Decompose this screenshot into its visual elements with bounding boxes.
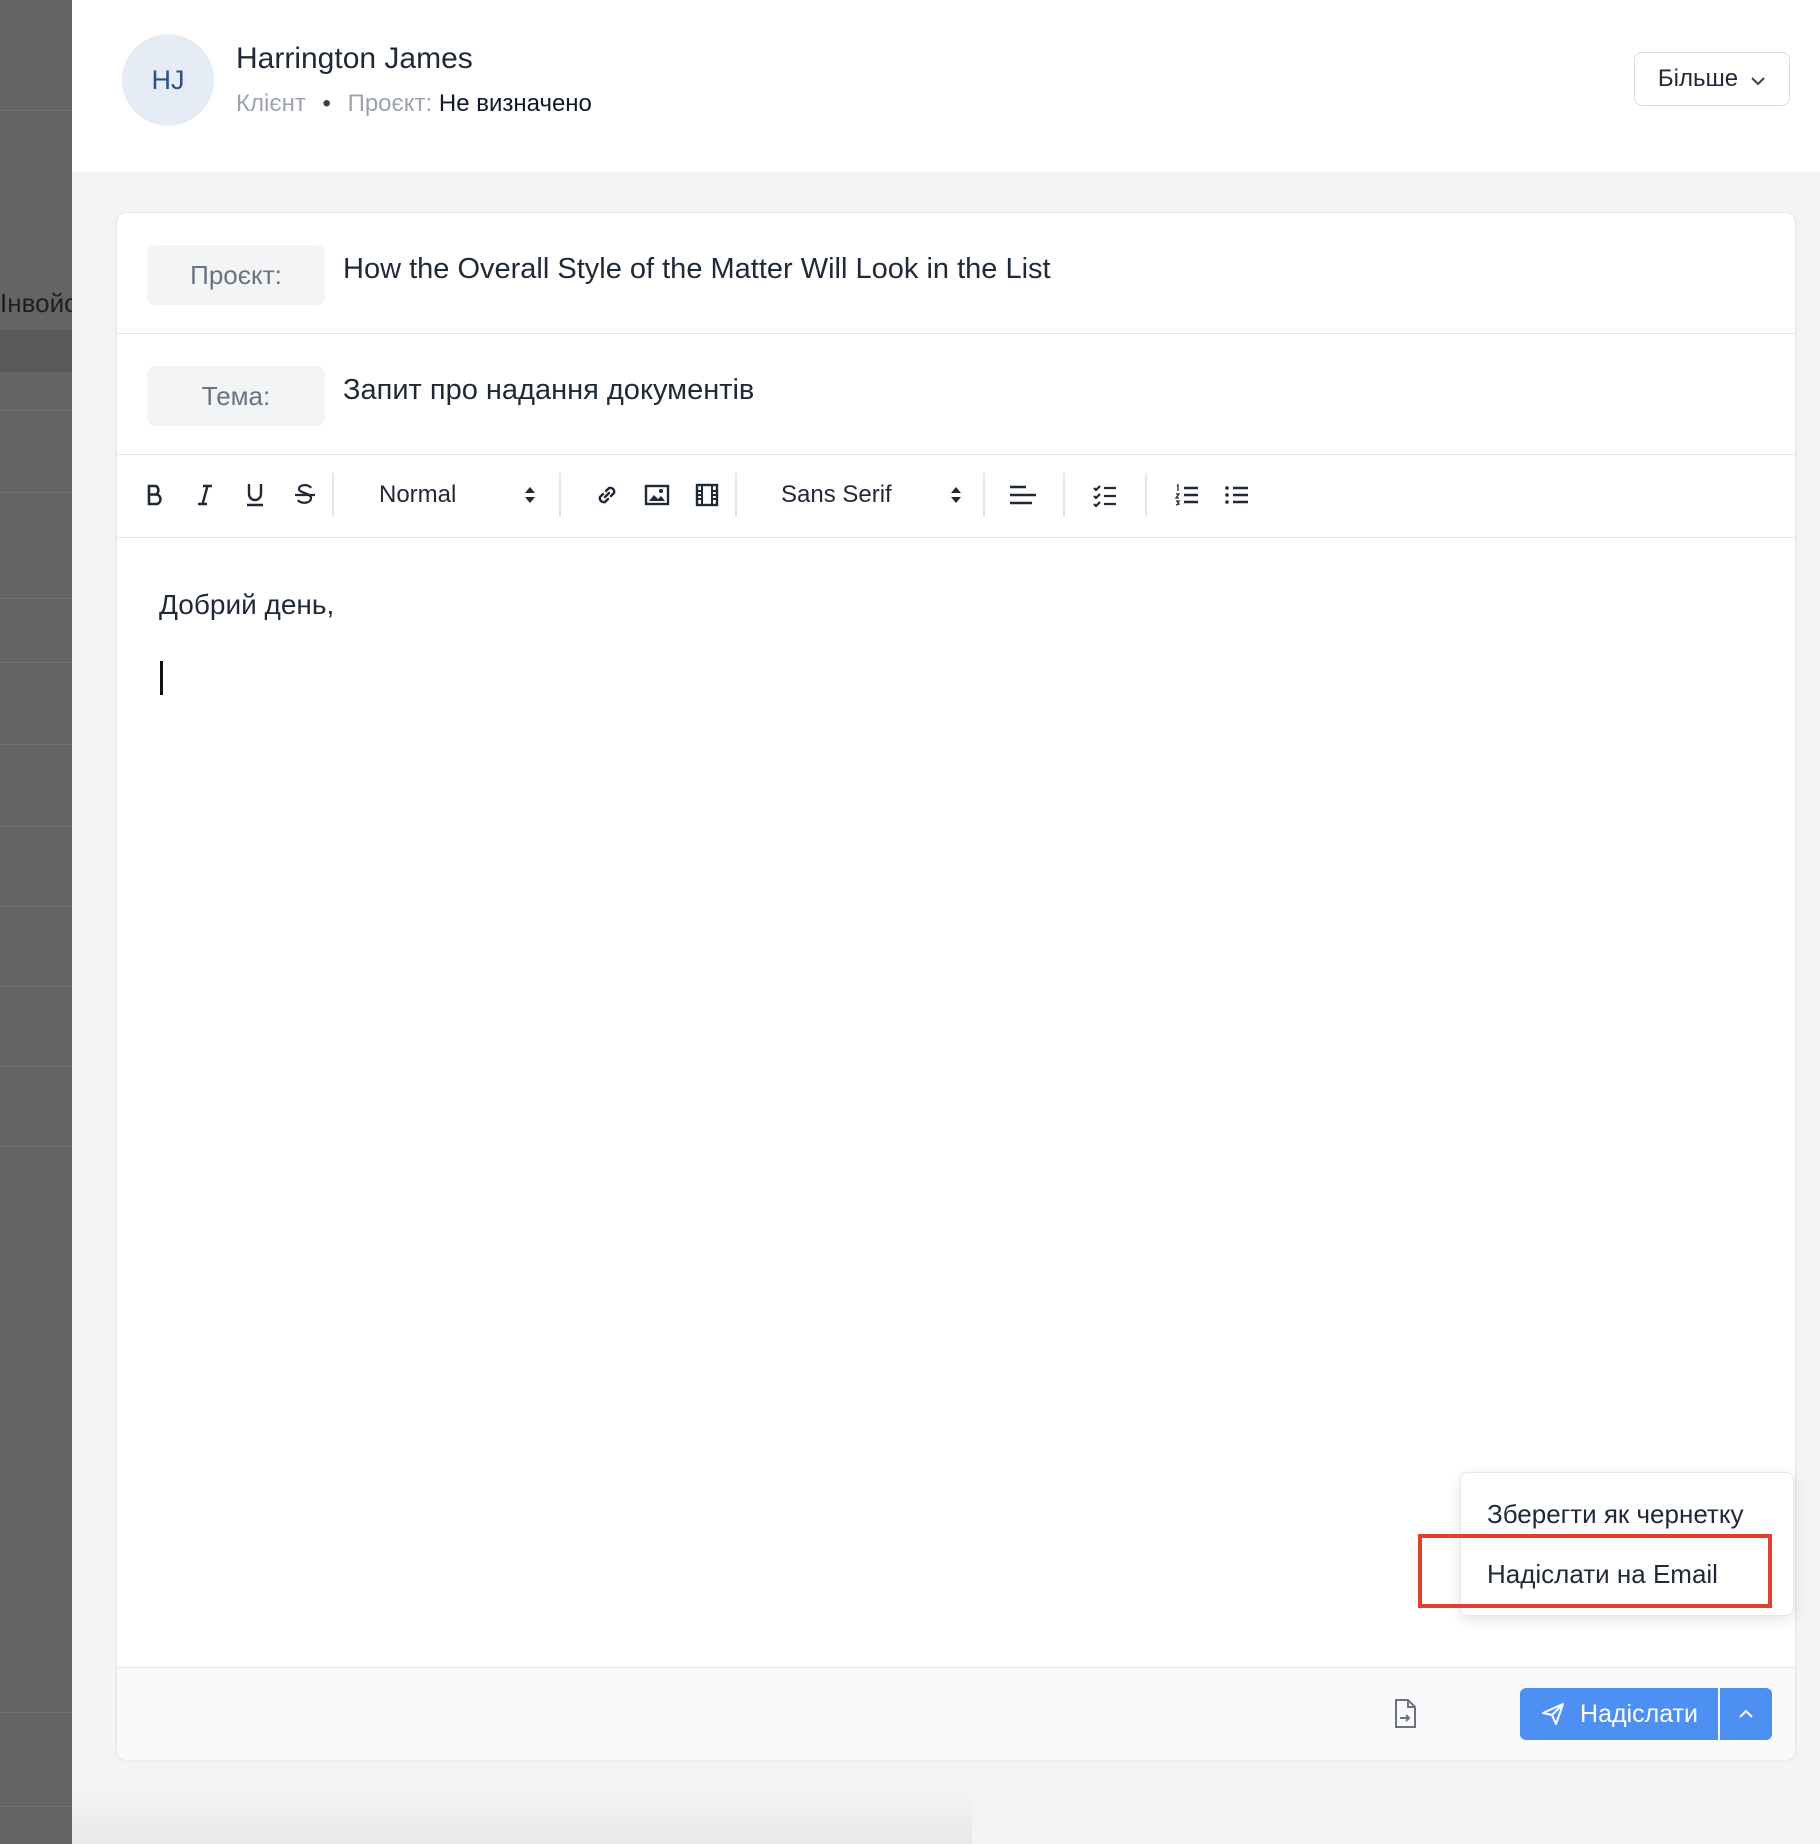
bottom-shadow [72, 1790, 972, 1844]
bg-invoice-text: Інвойс [0, 288, 72, 318]
toolbar-divider [559, 473, 561, 517]
client-name: Harrington James [236, 42, 473, 75]
select-arrows-icon [949, 483, 963, 514]
ordered-list-icon [1174, 483, 1198, 506]
subject-row: Тема: Запит про надання документів [117, 334, 1795, 455]
project-value[interactable]: How the Overall Style of the Matter Will… [343, 253, 1051, 286]
bold-icon [147, 484, 162, 506]
message-body-line: Добрий день, [159, 589, 335, 620]
bg-divider [0, 986, 72, 987]
toolbar-divider [1063, 473, 1065, 517]
align-button[interactable] [1003, 475, 1043, 515]
bg-divider [0, 598, 72, 599]
project-row: Проєкт: How the Overall Style of the Mat… [117, 213, 1795, 334]
ordered-list-button[interactable] [1167, 475, 1207, 515]
project-label: Проєкт: [147, 245, 325, 305]
chevron-up-icon [1739, 1709, 1753, 1718]
subject-input[interactable]: Запит про надання документів [343, 374, 754, 407]
meta-project-value: Не визначено [438, 90, 592, 117]
background-app: Інвойс [0, 0, 72, 1844]
paper-plane-icon [1542, 1703, 1565, 1725]
bg-divider [0, 744, 72, 745]
client-role: Клієнт [236, 90, 306, 117]
bg-row-band [0, 330, 72, 372]
file-template-icon [1395, 1699, 1416, 1728]
editor-toolbar: Normal Sans Serif [117, 455, 1795, 538]
send-label: Надіслати [1580, 1699, 1698, 1728]
bg-divider [0, 662, 72, 663]
select-arrows-icon [523, 483, 537, 514]
subject-label: Тема: [147, 366, 325, 426]
underline-icon [247, 484, 263, 507]
meta-separator: • [322, 90, 331, 117]
meta-project-label: Проєкт: [347, 90, 433, 117]
image-button[interactable] [637, 475, 677, 515]
send-options-button[interactable] [1720, 1688, 1772, 1740]
size-select[interactable]: Normal [357, 475, 537, 515]
client-meta: Клієнт • Проєкт: Не визначено [236, 90, 592, 118]
bg-divider [0, 1146, 72, 1147]
align-left-icon [1010, 485, 1036, 505]
link-button[interactable] [587, 475, 627, 515]
toolbar-divider [1145, 473, 1147, 517]
more-button[interactable]: Більше [1634, 52, 1790, 106]
link-icon [598, 486, 616, 504]
avatar: HJ [122, 34, 214, 126]
underline-button[interactable] [237, 475, 273, 515]
toolbar-divider [735, 473, 737, 517]
bg-divider [0, 1806, 72, 1807]
compose-footer: Надіслати [117, 1667, 1795, 1760]
panel-header: HJ Harrington James Клієнт • Проєкт: Не … [72, 0, 1820, 172]
toolbar-divider [983, 473, 985, 517]
bold-button[interactable] [137, 475, 173, 515]
send-button[interactable]: Надіслати [1520, 1688, 1718, 1740]
bg-divider [0, 110, 72, 111]
bg-divider [0, 826, 72, 827]
video-button[interactable] [687, 475, 727, 515]
image-icon [644, 484, 670, 506]
checklist-button[interactable] [1085, 475, 1125, 515]
toolbar-divider [332, 473, 334, 517]
strikethrough-icon [295, 484, 315, 504]
bg-divider [0, 492, 72, 493]
bg-divider [0, 906, 72, 907]
strike-button[interactable] [287, 475, 323, 515]
italic-button[interactable] [187, 475, 223, 515]
more-label: Більше [1657, 65, 1739, 92]
bg-divider [0, 1066, 72, 1067]
compose-panel: HJ Harrington James Клієнт • Проєкт: Не … [72, 0, 1820, 1844]
chevron-down-icon [1750, 65, 1766, 93]
font-select-value: Sans Serif [781, 481, 892, 508]
text-caret [160, 661, 163, 695]
video-icon [695, 483, 719, 507]
checklist-icon [1093, 485, 1116, 507]
font-select[interactable]: Sans Serif [763, 475, 963, 515]
bullet-list-button[interactable] [1217, 475, 1257, 515]
bullet-list-icon [1225, 486, 1248, 504]
bg-divider [0, 1712, 72, 1713]
bg-divider [0, 410, 72, 411]
save-draft-item[interactable]: Зберегти як чернетку [1487, 1499, 1744, 1530]
highlight-box [1418, 1534, 1772, 1608]
template-button[interactable] [1387, 1696, 1423, 1732]
size-select-value: Normal [379, 481, 457, 508]
italic-icon [198, 484, 212, 506]
